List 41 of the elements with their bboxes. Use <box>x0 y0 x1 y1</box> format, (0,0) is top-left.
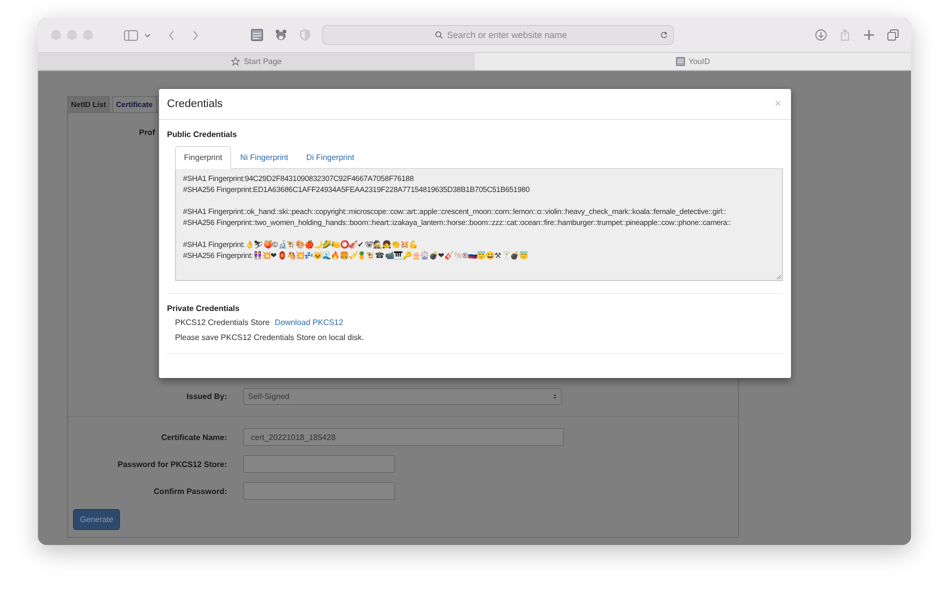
share-icon[interactable] <box>839 29 851 41</box>
shield-icon[interactable] <box>299 29 311 41</box>
close-button[interactable]: × <box>772 98 783 110</box>
field-label: Password for PKCS12 Store: <box>116 460 227 468</box>
generate-button[interactable]: Generate <box>73 509 120 530</box>
chevron-down-icon[interactable] <box>144 32 151 38</box>
field-label: Prof <box>139 128 155 137</box>
forward-icon[interactable] <box>192 30 199 40</box>
fingerprint-tab[interactable]: Fingerprint <box>175 146 232 169</box>
zoom-window-button[interactable] <box>83 30 93 40</box>
search-icon <box>435 31 443 39</box>
fingerprint-tab[interactable]: Di Fingerprint <box>297 146 364 169</box>
store-label: PKCS12 Credentials Store <box>175 318 270 327</box>
download-icon[interactable] <box>815 29 827 41</box>
fingerprint-tab[interactable]: Ni Fingerprint <box>231 146 298 169</box>
save-note: Please save PKCS12 Credentials Store on local disk. <box>175 333 365 342</box>
sidebar-icon[interactable] <box>124 30 138 40</box>
back-icon[interactable] <box>168 30 175 40</box>
field-label: Certificate Name: <box>160 432 227 442</box>
address-field[interactable]: Search or enter website name <box>322 25 674 45</box>
browser-tab[interactable]: YouID <box>474 53 911 70</box>
section-heading: Private Credentials <box>167 304 240 313</box>
download-link[interactable]: Download PKCS12 <box>274 318 344 327</box>
field-label: Issued By: <box>186 392 227 401</box>
new-tab-icon[interactable] <box>863 29 875 41</box>
certificate-name-field[interactable]: cert_20221018_185428 <box>243 428 564 446</box>
site-icon <box>676 57 684 66</box>
bear-icon[interactable] <box>275 29 287 41</box>
close-window-button[interactable] <box>51 30 61 40</box>
reload-icon[interactable] <box>660 31 668 39</box>
field-label: Confirm Password: <box>152 486 227 496</box>
tabs-overview-icon[interactable] <box>887 29 899 41</box>
issuer-select[interactable]: Self-Signed <box>243 388 562 405</box>
extension-icon[interactable] <box>251 29 263 41</box>
section-heading: Public Credentials <box>167 130 238 139</box>
star-icon <box>230 57 240 66</box>
resize-grip-icon[interactable] <box>776 274 781 279</box>
updown-icon <box>553 393 557 400</box>
browser-tab[interactable]: Start Page <box>38 53 474 70</box>
minimize-window-button[interactable] <box>67 30 77 40</box>
dialog-title: Credentials <box>167 98 223 110</box>
